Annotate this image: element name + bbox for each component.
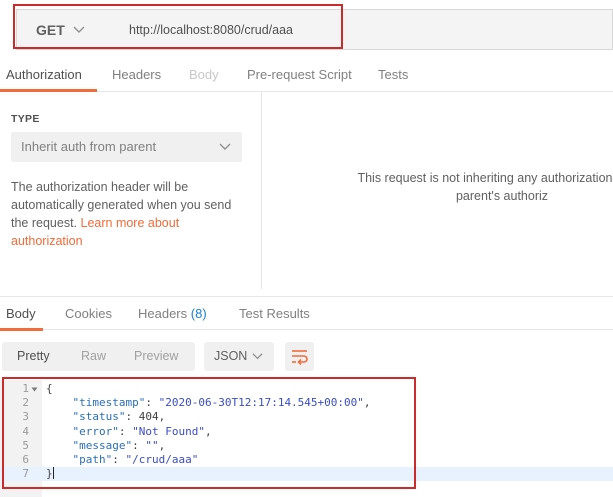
line-number: 4 — [22, 424, 29, 438]
code-text: "error": "Not Found", — [72, 424, 212, 438]
tab-pre-request-script[interactable]: Pre-request Script — [247, 58, 352, 92]
inherit-message-line1: This request is not inheriting any autho… — [357, 171, 613, 185]
chevron-down-icon — [219, 143, 231, 150]
json-key: "status" — [72, 410, 126, 424]
json-comma: , — [363, 396, 371, 410]
format-select[interactable]: JSON — [204, 342, 274, 371]
request-url-bar: GET http://localhost:8080/crud/aaa — [0, 9, 613, 50]
tab-headers[interactable]: Headers — [112, 58, 161, 92]
method-label: GET — [36, 22, 65, 38]
view-mode-group: Pretty Raw Preview — [2, 342, 195, 371]
json-value: "/crud/aaa" — [125, 453, 199, 466]
code-line: 4 "error": "Not Found", — [0, 425, 613, 439]
wrap-lines-button[interactable] — [285, 342, 314, 371]
pretty-button[interactable]: Pretty — [17, 349, 50, 363]
json-value: "2020-06-30T12:17:14.545+00:00" — [158, 396, 364, 410]
tab-body[interactable]: Body — [189, 58, 219, 92]
tab-tests[interactable]: Tests — [378, 58, 408, 92]
method-select[interactable]: GET — [16, 9, 116, 50]
type-label: TYPE — [11, 113, 40, 125]
code-text: "path": "/crud/aaa" — [72, 453, 199, 466]
response-toolbar: Pretty Raw Preview JSON — [0, 340, 613, 374]
line-number: 3 — [22, 410, 29, 424]
json-key: "path" — [72, 453, 113, 466]
inherit-message: This request is not inheriting any autho… — [262, 169, 613, 205]
code-line: 6 "path": "/crud/aaa" — [0, 453, 613, 467]
response-headers-label: Headers — [138, 306, 188, 321]
json-value: "Not Found" — [132, 424, 205, 438]
tab-response-body[interactable]: Body — [0, 297, 43, 331]
code-text: { — [46, 382, 53, 396]
code-line: 1 { — [0, 382, 613, 396]
open-brace: { — [46, 382, 53, 395]
auth-info: This request is not inheriting any autho… — [262, 92, 613, 289]
auth-type-select[interactable]: Inherit auth from parent — [11, 132, 242, 162]
code-text: "status": 404, — [72, 410, 166, 424]
line-number: 5 — [22, 438, 29, 452]
fold-arrow-icon[interactable] — [31, 386, 38, 393]
json-value: "" — [145, 438, 159, 452]
code-line: 7 } — [0, 467, 613, 482]
chevron-down-icon — [73, 26, 85, 33]
authorization-panel: TYPE Inherit auth from parent The author… — [0, 92, 613, 289]
tab-authorization[interactable]: Authorization — [0, 58, 97, 92]
line-number: 2 — [22, 396, 29, 410]
auth-type-value: Inherit auth from parent — [21, 139, 157, 154]
code-line: 5 "message": "", — [0, 439, 613, 453]
json-comma: , — [204, 424, 212, 438]
json-value: 404 — [138, 410, 159, 424]
inherit-message-line2: parent's authoriz — [455, 189, 549, 203]
code-text: } — [46, 467, 54, 481]
preview-button[interactable]: Preview — [134, 349, 178, 363]
postman-window: GET http://localhost:8080/crud/aaa Autho… — [0, 0, 613, 497]
json-comma: , — [158, 438, 166, 452]
code-line: 3 "status": 404, — [0, 410, 613, 424]
raw-button[interactable]: Raw — [81, 349, 106, 363]
line-number: 7 — [22, 467, 29, 481]
url-input[interactable]: http://localhost:8080/crud/aaa — [116, 9, 613, 50]
json-comma: , — [158, 410, 166, 424]
request-tabs: Authorization Headers Body Pre-request S… — [0, 58, 613, 92]
wrap-lines-icon — [292, 350, 308, 365]
chevron-down-icon — [252, 353, 263, 360]
tab-cookies[interactable]: Cookies — [65, 297, 112, 331]
close-brace: } — [46, 467, 53, 481]
text-cursor — [52, 467, 54, 480]
json-key: "message" — [72, 438, 133, 452]
json-key: "timestamp" — [72, 396, 146, 410]
json-key: "error" — [72, 424, 119, 438]
code-line: 2 "timestamp": "2020-06-30T12:17:14.545+… — [0, 396, 613, 410]
tab-response-headers[interactable]: Headers (8) — [138, 297, 207, 331]
code-text: "message": "", — [72, 438, 166, 452]
url-text: http://localhost:8080/crud/aaa — [129, 23, 294, 37]
headers-count: (8) — [190, 306, 207, 321]
response-body-viewer[interactable]: 1 { 2 "timestamp": "2020-06-30T12:17:14.… — [0, 380, 613, 497]
tab-test-results[interactable]: Test Results — [239, 297, 310, 331]
auth-description: The authorization header will be automat… — [11, 178, 251, 250]
format-value: JSON — [214, 349, 248, 363]
auth-settings: TYPE Inherit auth from parent The author… — [0, 92, 262, 289]
line-number: 6 — [22, 453, 29, 466]
response-tabs: Body Cookies Headers (8) Test Results — [0, 296, 613, 331]
line-number: 1 — [22, 382, 29, 395]
code-text: "timestamp": "2020-06-30T12:17:14.545+00… — [72, 396, 371, 410]
